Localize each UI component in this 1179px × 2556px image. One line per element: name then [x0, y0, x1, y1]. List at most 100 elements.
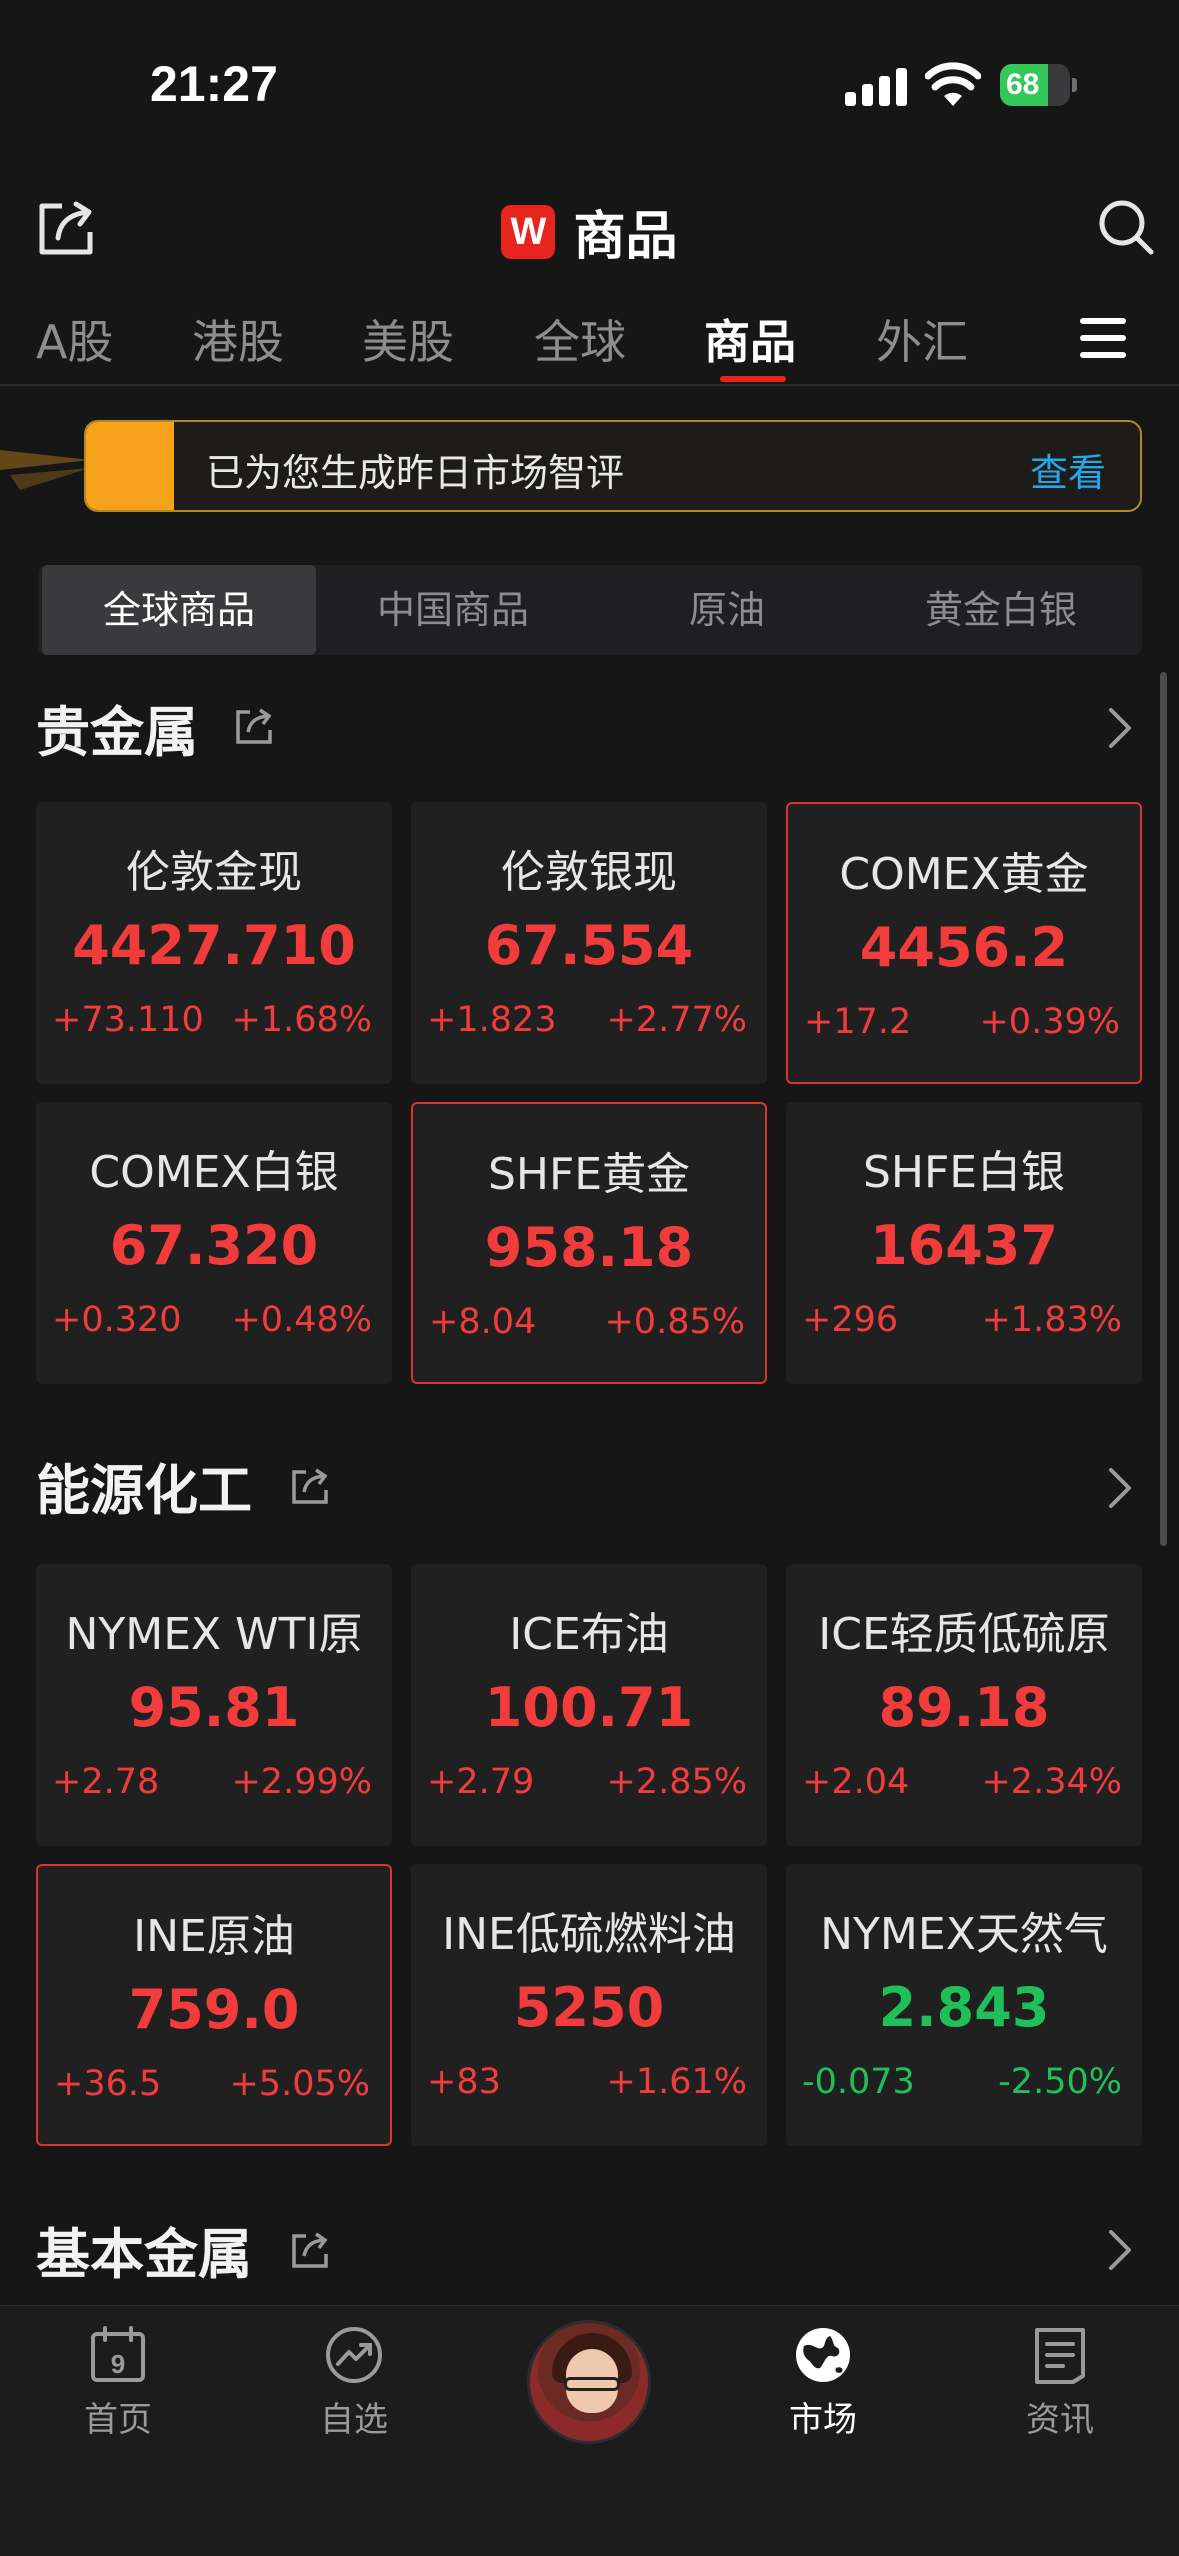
quote-card[interactable]: SHFE白银 16437 +296 +1.83% — [786, 1102, 1142, 1384]
section-title-base-metals[interactable]: 基本金属 — [36, 2210, 252, 2289]
app-logo: W — [501, 204, 556, 259]
quote-change-percent: +1.68% — [231, 1000, 372, 1040]
quote-name: NYMEX WTI原 — [65, 1609, 363, 1660]
quote-price: 100.71 — [484, 1676, 694, 1739]
nav-market[interactable]: 市场 — [748, 2324, 898, 2441]
quote-change-percent: +5.05% — [229, 2064, 370, 2104]
nav-watchlist[interactable]: 自选 — [279, 2324, 429, 2441]
quote-name: SHFE黄金 — [487, 1149, 691, 1200]
trend-icon — [326, 2327, 382, 2383]
quote-change-percent: +2.77% — [606, 1000, 747, 1040]
tab-forex[interactable]: 外汇 — [876, 306, 968, 372]
cellular-signal-icon — [845, 68, 907, 106]
section-share-icon[interactable] — [290, 2230, 330, 2270]
scrollbar[interactable] — [1160, 672, 1167, 1546]
quote-card[interactable]: COMEX黄金 4456.2 +17.2 +0.39% — [786, 802, 1142, 1084]
status-bar: 21:27 68 — [0, 0, 1179, 170]
section-title-precious-metals[interactable]: 贵金属 — [36, 688, 198, 767]
quote-change: +0.320 — [52, 1300, 182, 1340]
quote-name: 伦敦金现 — [126, 847, 302, 898]
battery-level: 68 — [1006, 68, 1040, 101]
quote-change: +8.04 — [429, 1302, 537, 1342]
segment-china-commodities[interactable]: 中国商品 — [316, 565, 590, 655]
quote-change-percent: +0.39% — [979, 1002, 1120, 1042]
quote-change-percent: +0.85% — [604, 1302, 745, 1342]
calendar-icon: 9 — [91, 2326, 145, 2382]
quote-change: +2.78 — [52, 1762, 160, 1802]
nav-label-news: 资讯 — [1026, 2400, 1094, 2440]
globe-icon — [796, 2328, 850, 2382]
market-review-banner[interactable]: 已为您生成昨日市场智评 查看 — [84, 420, 1142, 512]
quote-card[interactable]: NYMEX天然气 2.843 -0.073 -2.50% — [786, 1864, 1142, 2146]
quote-change: +296 — [802, 1300, 899, 1340]
tab-hk-stocks[interactable]: 港股 — [192, 306, 284, 372]
quote-change-percent: +2.34% — [981, 1762, 1122, 1802]
commodity-segments: 全球商品 中国商品 原油 黄金白银 — [38, 565, 1142, 655]
battery-icon: 68 — [1000, 64, 1077, 106]
bottom-nav: 9 首页 自选 市场 资讯 — [0, 2305, 1179, 2556]
quote-name: ICE布油 — [509, 1609, 669, 1660]
quote-price: 4427.710 — [72, 914, 356, 977]
quote-change-percent: +2.85% — [606, 1762, 747, 1802]
quote-card[interactable]: 伦敦银现 67.554 +1.823 +2.77% — [411, 802, 767, 1084]
quote-price: 16437 — [870, 1214, 1058, 1277]
quote-card[interactable]: ICE布油 100.71 +2.79 +2.85% — [411, 1564, 767, 1846]
banner-text: 已为您生成昨日市场智评 — [206, 451, 625, 495]
quote-price: 958.18 — [484, 1216, 694, 1279]
quote-name: 伦敦银现 — [501, 847, 677, 898]
quote-card[interactable]: SHFE黄金 958.18 +8.04 +0.85% — [411, 1102, 767, 1384]
tab-us-stocks[interactable]: 美股 — [362, 306, 454, 372]
search-icon[interactable] — [1095, 196, 1157, 258]
quote-price: 67.320 — [109, 1214, 319, 1277]
status-time: 21:27 — [150, 56, 278, 112]
section-title-energy-chemicals[interactable]: 能源化工 — [36, 1446, 252, 1525]
quote-price: 2.843 — [878, 1976, 1050, 2039]
quote-price: 4456.2 — [859, 916, 1069, 979]
header: W 商品 — [0, 180, 1179, 290]
quote-change: +73.110 — [52, 1000, 204, 1040]
quote-change-percent: +0.48% — [231, 1300, 372, 1340]
segment-gold-silver[interactable]: 黄金白银 — [864, 565, 1138, 655]
quote-change-percent: +1.61% — [606, 2062, 747, 2102]
quote-change: +1.823 — [427, 1000, 557, 1040]
assistant-avatar[interactable] — [527, 2320, 651, 2444]
wifi-icon — [925, 62, 981, 106]
chevron-right-icon[interactable] — [1105, 1466, 1135, 1510]
page-title: 商品 — [573, 207, 678, 267]
chevron-right-icon[interactable] — [1105, 2228, 1135, 2272]
quote-change: +2.79 — [427, 1762, 535, 1802]
quote-change-percent: +1.83% — [981, 1300, 1122, 1340]
quote-card[interactable]: INE原油 759.0 +36.5 +5.05% — [36, 1864, 392, 2146]
quote-name: COMEX白银 — [89, 1147, 339, 1198]
quote-change: +2.04 — [802, 1762, 910, 1802]
quote-change-percent: -2.50% — [998, 2062, 1122, 2102]
menu-icon[interactable] — [1080, 318, 1126, 358]
nav-label-market: 市场 — [789, 2400, 857, 2440]
quote-card[interactable]: INE低硫燃料油 5250 +83 +1.61% — [411, 1864, 767, 2146]
quote-change: +17.2 — [804, 1002, 912, 1042]
tab-global[interactable]: 全球 — [534, 306, 626, 372]
segment-crude-oil[interactable]: 原油 — [590, 565, 864, 655]
tab-a-shares[interactable]: A股 — [36, 306, 113, 372]
nav-home[interactable]: 9 首页 — [43, 2324, 193, 2441]
quote-name: SHFE白银 — [862, 1147, 1066, 1198]
quote-card[interactable]: ICE轻质低硫原 89.18 +2.04 +2.34% — [786, 1564, 1142, 1846]
section-share-icon[interactable] — [290, 1466, 330, 1506]
calendar-day: 9 — [111, 2349, 125, 2379]
quote-card[interactable]: COMEX白银 67.320 +0.320 +0.48% — [36, 1102, 392, 1384]
quote-price: 89.18 — [878, 1676, 1050, 1739]
news-icon — [1035, 2328, 1085, 2384]
banner-view-link[interactable]: 查看 — [1030, 442, 1106, 497]
active-tab-indicator — [720, 376, 786, 382]
nav-news[interactable]: 资讯 — [985, 2324, 1135, 2441]
segment-global-commodities[interactable]: 全球商品 — [42, 565, 316, 655]
quote-name: INE原油 — [133, 1911, 295, 1962]
nav-label-home: 首页 — [84, 2400, 152, 2440]
quote-name: ICE轻质低硫原 — [818, 1609, 1110, 1660]
section-share-icon[interactable] — [234, 706, 274, 746]
quote-change: +36.5 — [54, 2064, 162, 2104]
quote-card[interactable]: NYMEX WTI原 95.81 +2.78 +2.99% — [36, 1564, 392, 1846]
quote-card[interactable]: 伦敦金现 4427.710 +73.110 +1.68% — [36, 802, 392, 1084]
chevron-right-icon[interactable] — [1105, 706, 1135, 750]
tab-commodities[interactable]: 商品 — [704, 306, 796, 372]
